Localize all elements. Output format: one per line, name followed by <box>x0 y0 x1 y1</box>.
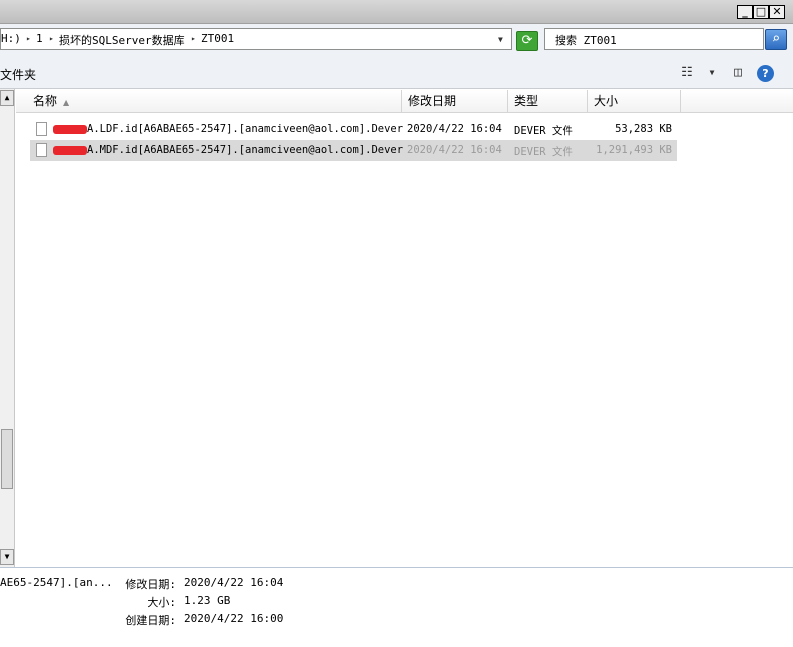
search-input[interactable]: 搜索 ZT001 <box>544 28 764 50</box>
breadcrumb-folder-1[interactable]: 1 <box>36 32 43 45</box>
title-bar: _ □ ✕ <box>0 0 793 24</box>
breadcrumb-folder-db[interactable]: 损坏的SQLServer数据库 <box>59 32 185 48</box>
file-modified: 2020/4/22 16:04 <box>407 144 502 156</box>
file-row-selected[interactable]: A.MDF.id[A6ABAE65-2547].[anamciveen@aol.… <box>30 140 677 161</box>
column-header-modified[interactable]: 修改日期 <box>402 90 508 112</box>
file-name: A.MDF.id[A6ABAE65-2547].[anamciveen@aol.… <box>87 144 404 156</box>
breadcrumb-folder-zt001[interactable]: ZT001 <box>201 32 234 45</box>
file-name: A.LDF.id[A6ABAE65-2547].[anamciveen@aol.… <box>87 123 404 135</box>
chevron-right-icon[interactable]: ▸ <box>26 34 31 43</box>
file-size: 53,283 KB <box>615 123 672 135</box>
details-size-value: 1.23 GB <box>184 594 231 607</box>
folders-label[interactable]: 文件夹 <box>0 66 36 83</box>
file-size: 1,291,493 KB <box>596 144 672 156</box>
address-bar[interactable]: H:) ▸ 1 ▸ 损坏的SQLServer数据库 ▸ ZT001 ▼ <box>0 28 512 50</box>
address-row: H:) ▸ 1 ▸ 损坏的SQLServer数据库 ▸ ZT001 ▼ ⟳ 搜索… <box>0 24 793 58</box>
refresh-button[interactable]: ⟳ <box>516 31 538 51</box>
redaction-mark <box>53 146 87 155</box>
preview-pane-icon[interactable]: ◫ <box>729 65 747 80</box>
file-icon <box>36 143 47 157</box>
minimize-button[interactable]: _ <box>737 5 753 19</box>
chevron-down-icon[interactable]: ▼ <box>498 35 503 44</box>
scrollbar-thumb[interactable] <box>1 429 13 489</box>
details-modified-value: 2020/4/22 16:04 <box>184 576 284 589</box>
column-size-label: 大小 <box>594 94 619 108</box>
file-type: DEVER 文件 <box>514 125 573 137</box>
file-row[interactable]: A.LDF.id[A6ABAE65-2547].[anamciveen@aol.… <box>30 119 677 140</box>
view-list-icon[interactable]: ☷ <box>678 65 696 80</box>
search-button[interactable]: ⌕ <box>765 29 787 50</box>
chevron-right-icon[interactable]: ▸ <box>49 34 54 43</box>
file-modified: 2020/4/22 16:04 <box>407 123 502 135</box>
search-placeholder: 搜索 ZT001 <box>555 34 617 47</box>
maximize-button[interactable]: □ <box>753 5 769 19</box>
details-created-label: 创建日期: <box>125 614 176 627</box>
toolbar: 文件夹 ☷ ▼ ◫ ? <box>0 58 793 89</box>
column-header-size[interactable]: 大小 <box>588 90 681 112</box>
search-icon: ⌕ <box>771 31 781 47</box>
details-modified-label: 修改日期: <box>125 578 176 591</box>
refresh-icon: ⟳ <box>521 33 533 48</box>
details-size-label: 大小: <box>147 596 176 609</box>
column-name-label: 名称 <box>33 94 58 108</box>
help-icon[interactable]: ? <box>757 65 774 82</box>
navigation-scrollbar[interactable]: ▲ ▼ <box>0 89 15 567</box>
scroll-down-icon[interactable]: ▼ <box>0 549 14 565</box>
column-type-label: 类型 <box>514 94 539 108</box>
details-created-value: 2020/4/22 16:00 <box>184 612 284 625</box>
column-headers: 名称 ▲ 修改日期 类型 大小 <box>16 90 793 113</box>
column-header-name[interactable]: 名称 ▲ <box>16 90 402 112</box>
scroll-up-icon[interactable]: ▲ <box>0 90 14 106</box>
column-header-type[interactable]: 类型 <box>508 90 588 112</box>
chevron-down-icon[interactable]: ▼ <box>703 68 721 77</box>
sort-ascending-icon: ▲ <box>63 98 70 107</box>
details-pane: AE65-2547].[an... 修改日期: 2020/4/22 16:04 … <box>0 567 793 647</box>
column-modified-label: 修改日期 <box>408 94 457 108</box>
close-button[interactable]: ✕ <box>769 5 785 19</box>
chevron-right-icon[interactable]: ▸ <box>191 34 196 43</box>
file-icon <box>36 122 47 136</box>
breadcrumb-drive[interactable]: H:) <box>1 32 21 45</box>
file-type: DEVER 文件 <box>514 146 573 158</box>
redaction-mark <box>53 125 87 134</box>
